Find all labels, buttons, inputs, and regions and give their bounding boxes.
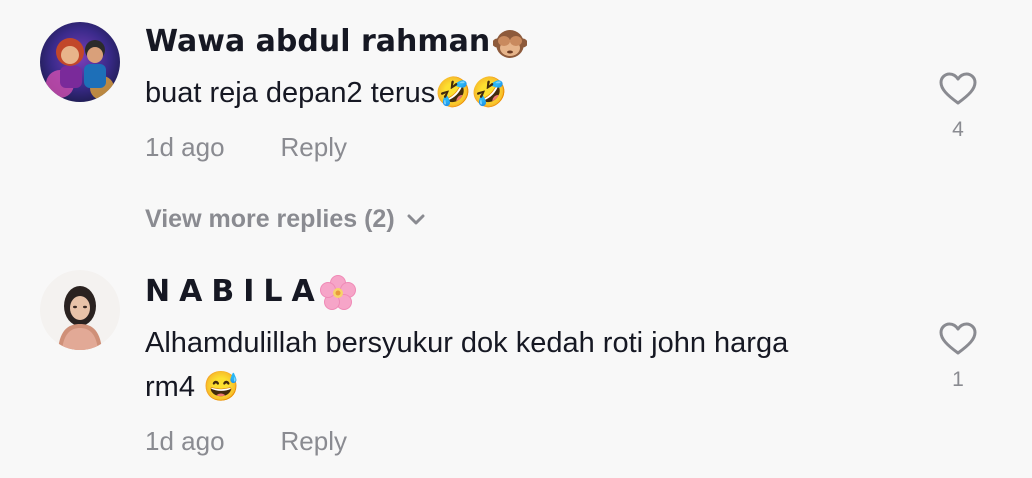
comment-meta: 1d ago Reply <box>145 426 347 456</box>
avatar[interactable] <box>40 22 120 102</box>
username-text: NABILA <box>145 274 324 309</box>
reply-button[interactable]: Reply <box>281 132 347 162</box>
heart-icon[interactable] <box>939 72 977 106</box>
comment-text-line: rm4 😅 <box>145 371 240 403</box>
comment-text: Alhamdulillah bersyukur dok kedah roti j… <box>145 321 905 409</box>
view-more-replies-label: View more replies (2) <box>145 205 395 233</box>
comment-text-line: buat reja depan2 terus🤣🤣 <box>145 77 508 109</box>
view-more-replies-button[interactable]: View more replies (2) <box>145 203 425 235</box>
avatar-image <box>40 22 120 102</box>
like-control: 1 <box>938 322 978 392</box>
cherry-blossom-emoji <box>319 274 356 310</box>
comment-time: 1d ago <box>145 132 225 162</box>
avatar-image <box>40 270 120 350</box>
like-control: 4 <box>938 72 978 142</box>
username-text: Wawa abdul rahman <box>145 24 491 59</box>
comment-username[interactable]: NABILA <box>145 274 356 311</box>
reply-button[interactable]: Reply <box>281 426 347 456</box>
like-count: 4 <box>952 118 964 141</box>
comment-text: buat reja depan2 terus🤣🤣 <box>145 71 905 115</box>
comment-text-line: Alhamdulillah bersyukur dok kedah roti j… <box>145 327 789 359</box>
chevron-down-icon <box>407 214 425 225</box>
comment-username[interactable]: Wawa abdul rahman <box>145 24 528 60</box>
comment-time: 1d ago <box>145 426 225 456</box>
see-no-evil-monkey-emoji <box>493 29 528 58</box>
avatar[interactable] <box>40 270 120 350</box>
comment-meta: 1d ago Reply <box>145 132 347 162</box>
heart-icon[interactable] <box>939 322 977 356</box>
like-count: 1 <box>952 368 964 391</box>
